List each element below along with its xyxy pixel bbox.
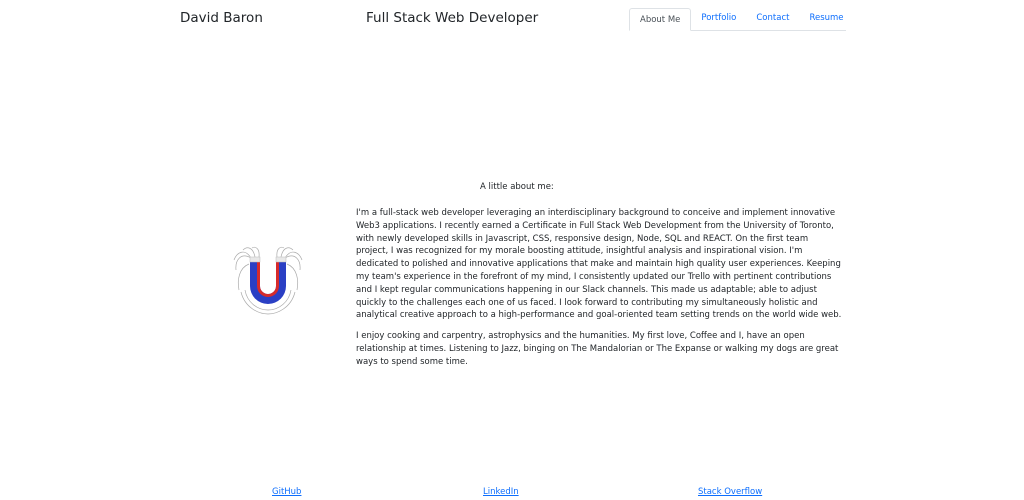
tab-contact[interactable]: Contact [746,7,799,30]
footer-link-stack-overflow[interactable]: Stack Overflow [698,487,762,497]
brand-name: David Baron [180,10,263,26]
tab-about-me[interactable]: About Me [629,8,692,31]
tab-portfolio[interactable]: Portfolio [691,7,746,30]
about-paragraph: I'm a full-stack web developer leveragin… [356,208,842,321]
page-tagline: Full Stack Web Developer [366,10,539,26]
footer-link-github[interactable]: GitHub [272,487,301,497]
footer-link-linkedin[interactable]: LinkedIn [483,487,519,497]
magnet-icon [233,246,303,315]
about-body: I'm a full-stack web developer leveragin… [356,207,842,377]
nav-tabs: About Me Portfolio Contact Resume [629,7,846,31]
page: David Baron Full Stack Web Developer Abo… [0,0,1024,500]
about-paragraph: I enjoy cooking and carpentry, astrophys… [356,331,839,367]
tab-resume[interactable]: Resume [799,7,853,30]
about-heading: A little about me: [480,182,554,192]
